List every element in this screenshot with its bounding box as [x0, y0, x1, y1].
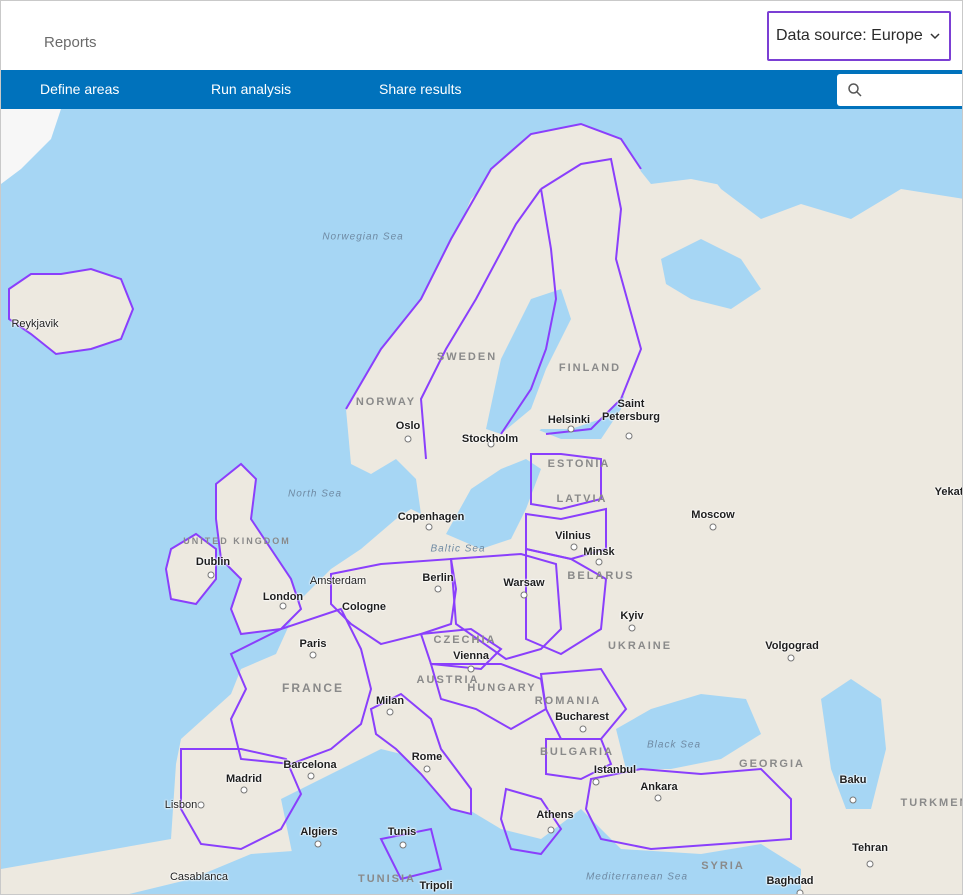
- city-label: Helsinki: [547, 414, 591, 426]
- city-label: Casablanca: [169, 871, 229, 883]
- city-label: Baku: [839, 774, 867, 786]
- greenland-ice: [1, 109, 61, 184]
- country-label: BELARUS: [567, 570, 635, 582]
- city-label: Stockholm: [461, 433, 519, 445]
- country-label: HUNGARY: [467, 682, 537, 694]
- city-label: Athens: [536, 809, 574, 821]
- city-label: Vienna: [453, 650, 489, 662]
- city-label: Oslo: [395, 420, 421, 432]
- country-label: UKRAINE: [607, 640, 673, 652]
- city-label: Volgograd: [765, 640, 819, 652]
- city-label: Berlin: [422, 572, 454, 584]
- city-label: Paris: [299, 638, 327, 650]
- country-label: ROMANIA: [534, 695, 602, 707]
- city-label: Rome: [411, 751, 443, 763]
- country-label: CZECHIA: [433, 634, 497, 646]
- city-label: London: [262, 591, 304, 603]
- city-label: Baghdad: [766, 875, 814, 887]
- city-label: Istanbul: [593, 764, 637, 776]
- city-label: Saint Petersburg: [601, 398, 661, 423]
- country-label: UNITED KINGDOM: [183, 536, 291, 546]
- city-label: Amsterdam: [309, 575, 367, 587]
- country-label: LATVIA: [556, 493, 608, 505]
- city-label: Tripoli: [419, 880, 453, 892]
- city-label: Barcelona: [283, 759, 337, 771]
- top-header: Reports Data source: Europe: [1, 1, 962, 70]
- search-icon: [848, 83, 862, 97]
- country-label: SYRIA: [701, 860, 745, 872]
- nav-define-areas[interactable]: Define areas: [40, 70, 119, 109]
- city-label: Bucharest: [555, 711, 609, 723]
- city-label: Minsk: [583, 546, 615, 558]
- app-window: Reports Data source: Europe Define areas…: [0, 0, 963, 895]
- city-label: Algiers: [300, 826, 338, 838]
- city-label: Yekat: [934, 486, 963, 498]
- search-input[interactable]: [837, 74, 962, 106]
- country-label: FINLAND: [558, 362, 622, 374]
- country-label: BULGARIA: [539, 746, 615, 758]
- country-label: GEORGIA: [739, 758, 805, 770]
- city-label: Dublin: [195, 556, 231, 568]
- city-label: Tehran: [852, 842, 888, 854]
- sea-label: Mediterranean Sea: [585, 871, 689, 883]
- country-label: FRANCE: [282, 681, 344, 695]
- city-label: Vilnius: [555, 530, 591, 542]
- data-source-label: Data source: Europe: [776, 27, 923, 44]
- data-source-dropdown[interactable]: Data source: Europe: [767, 11, 951, 61]
- map-view[interactable]: Norwegian Sea North Sea Baltic Sea Black…: [1, 109, 963, 894]
- country-label: ESTONIA: [547, 458, 611, 470]
- country-label: NORWAY: [355, 396, 417, 408]
- app-title: Reports: [44, 34, 97, 51]
- city-label: Copenhagen: [397, 511, 465, 523]
- chevron-down-icon: [930, 33, 940, 40]
- city-label: Madrid: [225, 773, 263, 785]
- city-label: Ankara: [640, 781, 678, 793]
- city-label: Reykjavik: [11, 318, 59, 330]
- sea-label: North Sea: [287, 488, 343, 500]
- country-label: TURKMEN: [900, 797, 963, 809]
- sea-label: Norwegian Sea: [322, 231, 404, 243]
- city-label: Cologne: [342, 601, 386, 613]
- nav-bar: Define areas Run analysis Share results: [1, 70, 962, 109]
- nav-share-results[interactable]: Share results: [379, 70, 461, 109]
- city-label: Milan: [375, 695, 405, 707]
- sea-label: Black Sea: [646, 739, 702, 751]
- city-label: Kyiv: [620, 610, 644, 622]
- nav-run-analysis[interactable]: Run analysis: [211, 70, 291, 109]
- city-label: Moscow: [691, 509, 735, 521]
- map-canvas: [1, 109, 962, 894]
- sea-label: Baltic Sea: [430, 543, 486, 555]
- city-label: Tunis: [387, 826, 417, 838]
- country-label: TUNISIA: [358, 873, 416, 885]
- country-label: SWEDEN: [436, 351, 498, 363]
- city-label: Lisbon: [164, 799, 198, 811]
- city-label: Warsaw: [503, 577, 545, 589]
